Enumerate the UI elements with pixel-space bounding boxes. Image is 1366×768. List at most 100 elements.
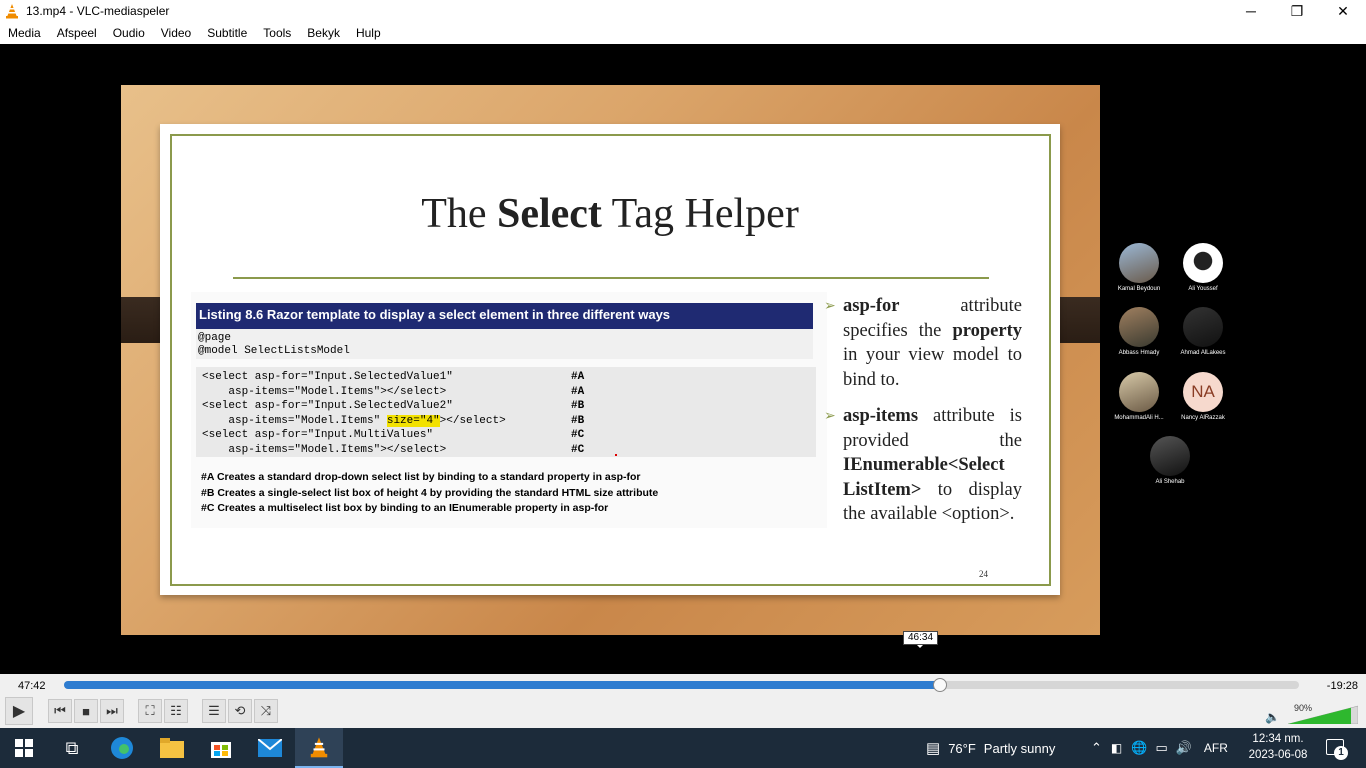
edge-icon [111,737,133,759]
code-line: asp-items="Model.Items"></select> #C [202,443,585,456]
minimize-button[interactable]: ─ [1228,0,1274,22]
extended-settings-button[interactable]: ☷ [164,699,188,723]
seek-progress [64,681,940,689]
avatar [1119,243,1159,283]
network-icon[interactable]: 🌐 [1131,740,1147,756]
store-button[interactable] [197,728,245,768]
slide-bullets: ➢ asp-for attribute specifies the propert… [824,294,1022,527]
maximize-button[interactable]: ❐ [1274,0,1320,22]
vlc-taskbar-button[interactable] [295,728,343,768]
language-indicator[interactable]: AFR [1204,741,1228,755]
play-icon: ▶ [12,703,26,720]
elapsed-time: 47:42 [18,680,46,692]
menu-audio[interactable]: Oudio [105,26,153,40]
next-button[interactable]: ⏭ [100,699,124,723]
battery-icon[interactable]: ▭ [1155,740,1167,756]
bullet-asp-items: ➢ asp-items attribute is provided the IEn… [824,406,1022,524]
fullscreen-icon: ⛶ [145,703,155,718]
weather-widget[interactable]: ▤ 76°F Partly sunny [926,728,1055,768]
code-line: <select asp-for="Input.MultiValues" #C [202,429,585,442]
presentation-slide: The Select Tag Helper Listing 8.6 Razor … [160,124,1060,595]
taskbar-clock[interactable]: 12:34 nm. 2023-06-08 [1244,731,1312,763]
start-button[interactable] [0,728,48,768]
title-bar: 13.mp4 - VLC-mediaspeler ─ ❐ ✕ [0,0,1366,22]
seek-time-tooltip: 46:34 [903,631,938,645]
menu-help[interactable]: Hulp [348,26,389,40]
chevron-up-icon[interactable]: ⌃ [1091,740,1102,756]
previous-button[interactable]: ⏮ [48,699,72,723]
equalizer-icon: ☷ [170,703,182,718]
code-line: asp-items="Model.Items" size="4"></selec… [202,414,585,427]
playlist-button[interactable]: ☰ [202,699,226,723]
window-title: 13.mp4 - VLC-mediaspeler [26,4,170,18]
previous-icon: ⏮ [54,703,66,718]
shuffle-button[interactable]: ⤨ [254,699,278,723]
fullscreen-button[interactable]: ⛶ [138,699,162,723]
folder-icon [160,738,184,758]
menu-playback[interactable]: Afspeel [49,26,105,40]
code-block: <select asp-for="Input.SelectedValue1" #A… [196,367,816,457]
highlighted-code: size="4" [386,414,440,427]
playlist-icon: ☰ [208,703,220,718]
shuffle-icon: ⤨ [260,703,272,718]
meet-now-icon[interactable]: ◧ [1111,741,1122,755]
volume-percent: 90% [1294,703,1313,713]
menu-tools[interactable]: Tools [255,26,299,40]
loop-icon: ⟲ [234,703,246,718]
close-button[interactable]: ✕ [1320,0,1366,22]
loop-button[interactable]: ⟲ [228,699,252,723]
weather-description: Partly sunny [983,740,1056,756]
volume-icon[interactable]: 🔊 [1176,740,1192,756]
weather-temperature: 76°F [948,740,976,756]
code-line: asp-items="Model.Items"></select> #A [202,385,585,398]
seek-handle[interactable] [932,678,947,692]
bullet-asp-for: ➢ asp-for attribute specifies the propert… [824,296,1022,390]
speaker-icon[interactable]: 🔈 [1265,710,1280,724]
avatar [1183,307,1223,347]
task-view-icon: ⧉ [65,737,79,758]
code-listing: Listing 8.6 Razor template to display a … [191,292,827,528]
store-icon [211,742,231,758]
participant-tile: Ahmad AlLakees [1171,307,1235,356]
notification-count: 1 [1334,746,1348,760]
vlc-cone-icon [310,737,328,758]
slide-page-number: 24 [979,569,988,579]
player-controls: 47:42 -19:28 ▶ ⏮ ■ ⏭ ⛶ ☷ ☰ ⟲ ⤨ 🔈 90% [0,674,1366,728]
stop-icon: ■ [82,703,90,719]
mail-icon [258,739,282,757]
file-explorer-button[interactable] [148,728,196,768]
bullet-arrow-icon: ➢ [824,409,836,424]
participant-tile: Ali Shehab [1138,436,1202,485]
avatar [1119,307,1159,347]
menu-subtitle[interactable]: Subtitle [199,26,255,40]
clock-time: 12:34 nm. [1252,733,1304,745]
avatar [1119,372,1159,412]
stop-button[interactable]: ■ [74,699,98,723]
mail-button[interactable] [246,728,294,768]
code-header: @page @model SelectListsModel [196,329,813,359]
task-view-button[interactable]: ⧉ [48,728,96,768]
code-line: <select asp-for="Input.SelectedValue2" #B [202,400,585,413]
windows-logo-icon [15,739,33,757]
avatar [1183,243,1223,283]
windows-taskbar: ⧉ ▤ 76°F Partly sunny ⌃ ◧ 🌐 ▭ 🔊 AFR 12:3… [0,728,1366,768]
vlc-cone-icon [6,4,18,19]
menu-media[interactable]: Media [0,26,49,40]
clock-date: 2023-06-08 [1248,749,1308,761]
remaining-time[interactable]: -19:28 [1327,680,1358,692]
video-area[interactable]: The Select Tag Helper Listing 8.6 Razor … [0,44,1366,674]
code-line: <select asp-for="Input.SelectedValue1" #A [202,371,585,383]
tooltip-arrow [917,645,923,648]
slide-title: The Select Tag Helper [421,191,799,237]
play-button[interactable]: ▶ [5,697,33,725]
menu-video[interactable]: Video [153,26,199,40]
participant-tile: NA Nancy AlRazzak [1171,372,1235,421]
laser-pointer-dot [615,454,617,456]
participant-tile: Abbass Hmady [1107,307,1171,356]
listing-notes: #A Creates a standard drop-down select l… [201,471,659,514]
edge-taskbar-button[interactable] [98,728,146,768]
weather-icon: ▤ [926,740,941,757]
system-tray: ⌃ ◧ 🌐 ▭ 🔊 AFR [1091,728,1228,768]
seek-bar[interactable] [64,678,1299,692]
menu-view[interactable]: Bekyk [299,26,348,40]
